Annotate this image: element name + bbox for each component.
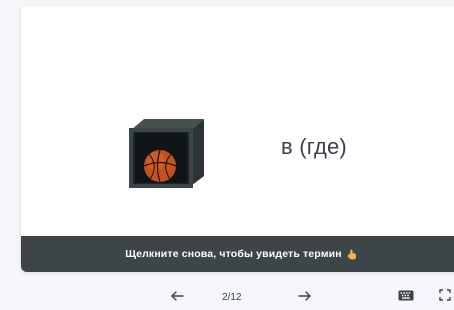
flashcard-controls: 2/12	[0, 286, 454, 308]
keyboard-icon	[398, 288, 414, 306]
pointing-hand-icon	[347, 249, 357, 260]
arrow-left-icon	[170, 288, 184, 306]
basketball-in-box-image	[128, 116, 206, 188]
fullscreen-button[interactable]	[436, 286, 454, 308]
arrow-right-icon	[298, 288, 312, 306]
flip-hint-text: Щелкните снова, чтобы увидеть термин	[125, 248, 342, 260]
flip-hint-bar[interactable]: Щелкните снова, чтобы увидеть термин	[21, 236, 454, 272]
fullscreen-icon	[439, 288, 451, 306]
flashcard[interactable]: в (где) Щелкните снова, чтобы увидеть те…	[21, 6, 454, 272]
keyboard-shortcuts-button[interactable]	[396, 286, 416, 308]
card-term: в (где)	[281, 134, 347, 159]
previous-card-button[interactable]	[166, 286, 188, 308]
basketball-in-box-icon	[129, 119, 204, 188]
next-card-button[interactable]	[294, 286, 316, 308]
card-counter: 2/12	[222, 292, 242, 303]
